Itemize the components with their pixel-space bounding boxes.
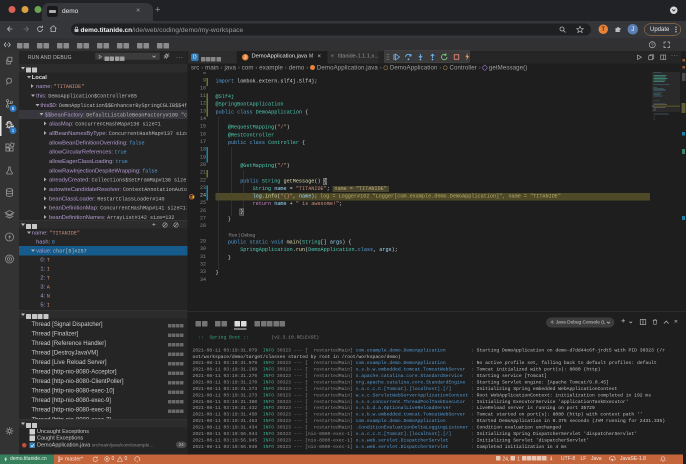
svg-text:?: ? [651, 42, 654, 47]
